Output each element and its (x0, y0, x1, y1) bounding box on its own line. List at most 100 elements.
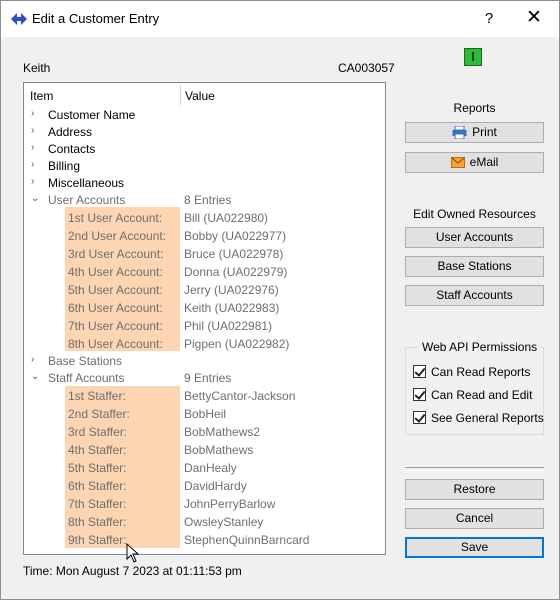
tree-row-value: BobMathews2 (184, 425, 261, 439)
tree-row-value: Phil (UA022981) (184, 319, 273, 333)
tree-row-user-account[interactable]: 3rd User Account: Bruce (UA022978) (24, 245, 385, 263)
tree-row-label: 8th User Account: (68, 337, 163, 351)
user-accounts-button[interactable]: User Accounts (405, 227, 544, 248)
print-button[interactable]: Print (405, 122, 544, 143)
expand-chevron-icon[interactable]: › (31, 108, 41, 119)
tree-row-staffer[interactable]: 8th Staffer: OwsleyStanley (24, 513, 385, 531)
status-indicator-icon (464, 48, 482, 66)
checkbox-label: Can Read Reports (431, 365, 531, 379)
title-bar: Edit a Customer Entry ? ✕ (1, 1, 559, 37)
help-button[interactable]: ? (477, 7, 501, 31)
dialog-window: Edit a Customer Entry ? ✕ Keith CA003057… (0, 0, 560, 600)
window-title: Edit a Customer Entry (32, 11, 160, 26)
tree-row-user-account[interactable]: 1st User Account: Bill (UA022980) (24, 209, 385, 227)
tree-node-value: 9 Entries (184, 371, 232, 385)
save-button[interactable]: Save (405, 537, 544, 558)
close-button[interactable]: ✕ (521, 7, 547, 31)
mouse-pointer-icon (126, 543, 140, 563)
expand-chevron-icon[interactable]: › (31, 159, 41, 170)
column-header-value[interactable]: Value (185, 89, 215, 103)
permissions-heading: Web API Permissions (419, 340, 541, 354)
expand-chevron-icon[interactable]: › (31, 354, 41, 365)
tree-row-label: 2nd User Account: (68, 229, 167, 243)
tree-row-staffer[interactable]: 3rd Staffer: BobMathews2 (24, 423, 385, 441)
tree-node-label: Miscellaneous (48, 176, 125, 190)
expand-chevron-icon[interactable]: › (31, 125, 41, 136)
reports-heading: Reports (453, 101, 496, 115)
tree-row-staffer[interactable]: 2nd Staffer: BobHeil (24, 405, 385, 423)
tree-row-user-account[interactable]: 4th User Account: Donna (UA022979) (24, 263, 385, 281)
tree-row-label: 4th Staffer: (68, 443, 127, 457)
tree-node-staff-accounts[interactable]: ⌄ Staff Accounts 9 Entries (24, 369, 385, 387)
tree-node-billing[interactable]: › Billing (24, 157, 385, 175)
tree-row-value: Donna (UA022979) (184, 265, 288, 279)
column-divider[interactable] (180, 85, 181, 105)
tree-row-user-account[interactable]: 7th User Account: Phil (UA022981) (24, 317, 385, 335)
tree-row-staffer[interactable]: 5th Staffer: DanHealy (24, 459, 385, 477)
checkbox-label: See General Reports (431, 411, 544, 425)
app-icon (11, 13, 27, 25)
staff-accounts-button[interactable]: Staff Accounts (405, 285, 544, 306)
tree-row-label: 4th User Account: (68, 265, 163, 279)
print-button-label: Print (472, 125, 497, 139)
tree-row-label: 3rd User Account: (68, 247, 164, 261)
tree-node-label: Address (48, 125, 93, 139)
restore-button[interactable]: Restore (405, 479, 544, 500)
tree-row-staffer[interactable]: 4th Staffer: BobMathews (24, 441, 385, 459)
tree-row-value: DavidHardy (184, 479, 247, 493)
checkbox-checked-icon[interactable] (413, 365, 426, 378)
tree-row-value: Bill (UA022980) (184, 211, 269, 225)
tree-row-user-account[interactable]: 8th User Account: Pigpen (UA022982) (24, 335, 385, 353)
tree-row-staffer[interactable]: 6th Staffer: DavidHardy (24, 477, 385, 495)
email-button[interactable]: eMail (405, 152, 544, 173)
collapse-chevron-icon[interactable]: ⌄ (31, 371, 41, 382)
tree-row-label: 2nd Staffer: (68, 407, 130, 421)
tree-row-label: 5th Staffer: (68, 461, 127, 475)
tree-row-label: 5th User Account: (68, 283, 163, 297)
tree-node-base-stations[interactable]: › Base Stations (24, 352, 385, 370)
tree-row-value: Bruce (UA022978) (184, 247, 284, 261)
tree-row-value: DanHealy (184, 461, 237, 475)
base-stations-button[interactable]: Base Stations (405, 256, 544, 277)
tree-row-value: StephenQuinnBarncard (184, 533, 310, 547)
tree-node-label: Billing (48, 159, 81, 173)
tree-row-staffer[interactable]: 7th Staffer: JohnPerryBarlow (24, 495, 385, 513)
checkbox-checked-icon[interactable] (413, 388, 426, 401)
tree-row-label: 9th Staffer: (68, 533, 127, 547)
tree-row-value: BobMathews (184, 443, 254, 457)
printer-icon (452, 126, 467, 140)
column-header-item[interactable]: Item (30, 89, 53, 103)
tree-row-staffer[interactable]: 9th Staffer: StephenQuinnBarncard (24, 531, 385, 549)
tree-node-value: 8 Entries (184, 193, 232, 207)
checkbox-label: Can Read and Edit (431, 388, 533, 402)
email-button-label: eMail (469, 155, 499, 169)
tree-row-value: Jerry (UA022976) (184, 283, 279, 297)
tree-row-label: 1st Staffer: (68, 389, 126, 403)
tree-node-label: Customer Name (48, 108, 136, 122)
tree-node-contacts[interactable]: › Contacts (24, 140, 385, 158)
tree-row-value: JohnPerryBarlow (184, 497, 276, 511)
tree-row-user-account[interactable]: 2nd User Account: Bobby (UA022977) (24, 227, 385, 245)
tree-node-address[interactable]: › Address (24, 123, 385, 141)
customer-name-label: Keith (23, 61, 51, 75)
tree-node-miscellaneous[interactable]: › Miscellaneous (24, 174, 385, 192)
tree-row-label: 6th Staffer: (68, 479, 127, 493)
checkbox-checked-icon[interactable] (413, 411, 426, 424)
tree-row-label: 7th Staffer: (68, 497, 127, 511)
cancel-button[interactable]: Cancel (405, 508, 544, 529)
tree-row-label: 1st User Account: (68, 211, 163, 225)
customer-id-label: CA003057 (338, 61, 395, 75)
expand-chevron-icon[interactable]: › (31, 176, 41, 187)
tree-row-value: OwsleyStanley (184, 515, 264, 529)
separator (405, 467, 544, 471)
collapse-chevron-icon[interactable]: ⌄ (31, 193, 41, 204)
tree-row-value: BobHeil (184, 407, 227, 421)
tree-row-user-account[interactable]: 5th User Account: Jerry (UA022976) (24, 281, 385, 299)
tree-row-label: 8th Staffer: (68, 515, 127, 529)
expand-chevron-icon[interactable]: › (31, 142, 41, 153)
customer-tree-view[interactable]: Item Value › Customer Name › Address › C… (23, 82, 386, 555)
tree-row-staffer[interactable]: 1st Staffer: BettyCantor-Jackson (24, 387, 385, 405)
tree-row-user-account[interactable]: 6th User Account: Keith (UA022983) (24, 299, 385, 317)
tree-node-customer-name[interactable]: › Customer Name (24, 106, 385, 124)
tree-row-label: 7th User Account: (68, 319, 163, 333)
